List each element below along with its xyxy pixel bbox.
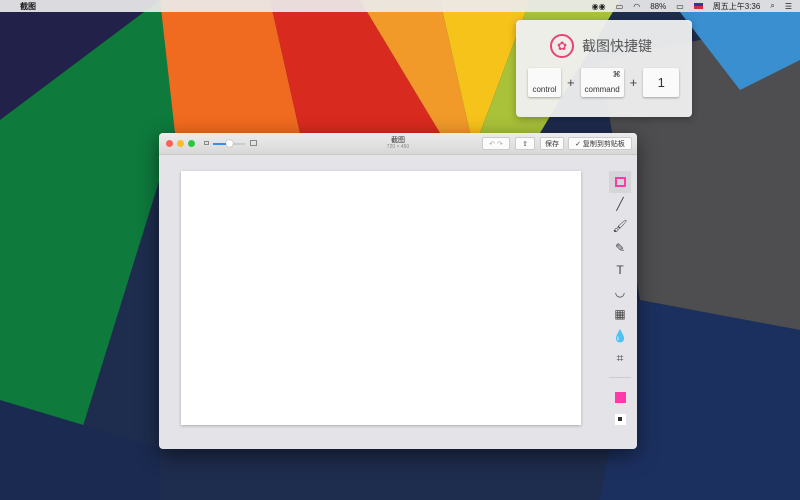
checkmark-icon: ✓ xyxy=(575,140,583,148)
clock[interactable]: 周五上午3:36 xyxy=(713,1,761,12)
blur-drop-icon: 💧 xyxy=(612,329,628,343)
share-button[interactable]: ⇧ xyxy=(515,137,535,150)
line-icon: ╱ xyxy=(616,197,624,211)
mosaic-icon: ▦ xyxy=(614,307,626,321)
brush-icon: 🖌 xyxy=(612,219,628,233)
mosaic-tool[interactable]: ▦ xyxy=(609,303,631,325)
notification-center-icon[interactable]: ☰ xyxy=(785,2,792,11)
input-flag-icon[interactable] xyxy=(693,3,703,9)
color-picker[interactable] xyxy=(609,386,631,408)
battery-icon[interactable]: ▭ xyxy=(676,2,684,11)
key-label: control xyxy=(532,85,557,94)
title-bar: 截图 720 × 450 ↶ ↷ ⇧ 保存 ✓ 复制到剪贴板 xyxy=(159,133,637,155)
key-1: 1 xyxy=(643,68,680,97)
stroke-size-picker[interactable] xyxy=(609,408,631,430)
image-dimensions: 720 × 450 xyxy=(386,144,410,150)
key-label: command xyxy=(584,85,620,94)
rectangle-icon xyxy=(614,177,626,187)
plus-sign: + xyxy=(629,75,638,90)
copy-label: 复制到剪贴板 xyxy=(582,140,625,148)
share-icon: ⇧ xyxy=(522,140,528,148)
wifi-icon[interactable]: ◠ xyxy=(633,2,640,11)
screenshot-app-icon[interactable]: ◉◉ xyxy=(592,2,606,11)
screenshot-canvas[interactable] xyxy=(181,171,581,425)
rectangle-tool[interactable] xyxy=(609,171,631,193)
spotlight-search-icon[interactable]: ⌕ xyxy=(770,1,774,11)
brush-tool[interactable]: 🖌 xyxy=(609,215,631,237)
save-button[interactable]: 保存 xyxy=(540,137,564,150)
battery-percent: 88% xyxy=(650,1,667,11)
crop-icon: ⌗ xyxy=(616,350,624,365)
undo-redo-button[interactable]: ↶ ↷ xyxy=(482,137,510,150)
line-tool[interactable]: ╱ xyxy=(609,193,631,215)
copy-to-clipboard-button[interactable]: ✓ 复制到剪贴板 xyxy=(568,137,632,150)
text-icon: T xyxy=(616,263,624,277)
menu-bar: 截图 ◉◉ ▭ ◠ 88% ▭ 周五上午3:36 ⌕ ☰ xyxy=(0,0,800,12)
color-swatch xyxy=(614,391,626,403)
redo-icon[interactable]: ↷ xyxy=(497,140,503,148)
divider xyxy=(609,377,631,378)
airplay-icon[interactable]: ▭ xyxy=(616,2,624,11)
app-menu[interactable]: 截图 xyxy=(20,1,36,12)
tool-palette: ╱ 🖌 ✎ T ◡ ▦ 💧 ⌗ xyxy=(609,171,631,430)
plus-sign: + xyxy=(567,75,575,90)
crop-tool[interactable]: ⌗ xyxy=(609,347,631,369)
pencil-tool[interactable]: ✎ xyxy=(609,237,631,259)
app-logo-icon: ✿ xyxy=(550,34,574,58)
key-command: ⌘ command xyxy=(580,68,624,97)
shortcut-popover: ✿ 截图快捷键 control + ⌘ command + 1 xyxy=(516,20,692,117)
screenshot-editor-window: 截图 720 × 450 ↶ ↷ ⇧ 保存 ✓ 复制到剪贴板 ╱ 🖌 ✎ T ◡… xyxy=(159,133,637,449)
stroke-size-icon xyxy=(614,413,626,425)
command-symbol-icon: ⌘ xyxy=(612,70,621,79)
key-label: 1 xyxy=(657,75,665,90)
text-tool[interactable]: T xyxy=(609,259,631,281)
undo-icon[interactable]: ↶ xyxy=(489,140,495,148)
pencil-icon: ✎ xyxy=(614,241,626,255)
blur-tool[interactable]: 💧 xyxy=(609,325,631,347)
key-control: control xyxy=(528,68,561,97)
popover-title: 截图快捷键 xyxy=(582,38,652,54)
emoji-icon: ◡ xyxy=(614,285,626,299)
emoji-tool[interactable]: ◡ xyxy=(609,281,631,303)
